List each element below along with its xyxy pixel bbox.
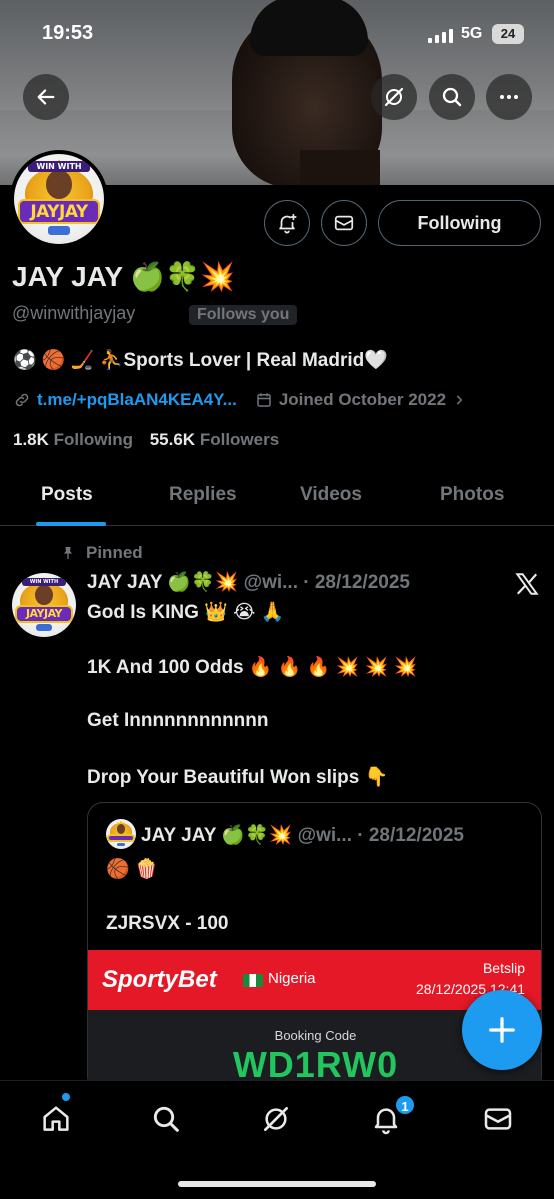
pin-icon [64,547,72,559]
sportybet-logo: SportyBet [102,966,217,993]
status-bar: 19:53 5G 24 [0,22,554,48]
profile-meta: t.me/+pqBlaAN4KEA4Y... Joined October 20… [13,390,466,410]
profile-bio: ⚽️ 🏀 🏒 ⛹️Sports Lover | Real Madrid🤍 [13,350,388,371]
envelope-icon [484,1108,512,1130]
grok-icon [384,87,404,107]
link-icon [15,393,29,407]
follow-counts: 1.8K Following 55.6K Followers [13,430,279,450]
post-header: JAY JAY 🍏🍀💥 @wi... · 28/12/2025 [87,570,410,594]
win-with-jayjay-logo: WIN WITH JAYJAY [14,154,104,244]
arrow-left-icon [37,89,55,105]
quoted-author-name: JAY JAY 🍏🍀💥 [141,825,293,846]
profile-handle: @winwithjayjay [12,303,136,323]
calendar-icon [257,393,271,407]
quoted-post-header: JAY JAY 🍏🍀💥 @wi... · 28/12/2025 [141,823,464,847]
search-icon [442,87,462,107]
message-button[interactable] [321,200,367,246]
following-link[interactable]: 1.8K Following [13,430,133,449]
post-text-line: Drop Your Beautiful Won slips 👇 [87,767,389,788]
grok-icon [264,1107,288,1131]
nav-messages[interactable] [478,1099,518,1139]
nav-grok[interactable] [256,1099,296,1139]
tab-photos[interactable]: Photos [440,484,504,506]
envelope-icon [334,215,354,231]
pinned-label: Pinned [60,543,143,563]
tab-videos[interactable]: Videos [300,484,362,506]
quoted-emoji-line: 🏀 🍿 [106,859,159,880]
notifications-toggle-button[interactable] [264,200,310,246]
tab-replies[interactable]: Replies [169,484,237,506]
back-button[interactable] [23,74,69,120]
x-logo-icon [515,573,539,595]
home-unread-dot [62,1093,70,1101]
compose-button[interactable] [462,990,542,1070]
status-time: 19:53 [42,22,94,44]
profile-tabs: Posts Replies Videos Photos [0,470,554,526]
following-button[interactable]: Following [378,200,541,246]
network-type: 5G [461,25,483,42]
profile-link[interactable]: t.me/+pqBlaAN4KEA4Y... [37,390,237,410]
post-text-line: 1K And 100 Odds 🔥 🔥 🔥 💥 💥 💥 [87,657,418,678]
quoted-post-avatar [106,819,136,849]
quoted-author-meta: @wi... · 28/12/2025 [297,825,464,846]
more-icon [500,95,518,99]
grok-button[interactable] [371,74,417,120]
tab-posts[interactable]: Posts [41,484,93,506]
profile-avatar[interactable]: WIN WITH JAYJAY [10,150,108,248]
post-text-line: Get Innnnnnnnnnnn [87,710,269,731]
profile-name: JAY JAY 🍏🍀💥 [12,261,235,292]
nav-search[interactable] [146,1099,186,1139]
post-author-name[interactable]: JAY JAY 🍏🍀💥 [87,572,238,593]
plus-icon [489,1017,515,1043]
home-icon [43,1106,69,1131]
betslip-label: Betslip [482,960,525,976]
followers-link[interactable]: 55.6K Followers [150,430,279,449]
signal-icon [428,27,454,43]
follows-you-badge: Follows you [189,305,298,325]
quoted-code-line: ZJRSVX - 100 [106,913,229,934]
post-author-meta: @wi... · 28/12/2025 [243,572,410,593]
joined-date: Joined October 2022 [278,390,447,409]
search-icon [153,1106,179,1132]
active-tab-indicator [36,522,106,526]
search-button[interactable] [429,74,475,120]
nav-home[interactable] [36,1099,76,1139]
notification-count-badge: 1 [394,1094,416,1116]
battery-icon: 24 [492,24,524,44]
more-button[interactable] [486,74,532,120]
nigeria-flag-icon [243,974,263,987]
post-text-line: God Is KING 👑 😭 🙏 [87,602,285,623]
country-label: Nigeria [268,970,316,987]
bell-plus-icon [279,213,297,234]
win-with-jayjay-logo: WIN WITH JAYJAY [12,573,76,637]
win-with-jayjay-logo [106,819,136,849]
post-avatar[interactable]: WIN WITH JAYJAY [12,573,76,637]
home-indicator [178,1181,376,1187]
chevron-right-icon[interactable] [452,393,466,407]
